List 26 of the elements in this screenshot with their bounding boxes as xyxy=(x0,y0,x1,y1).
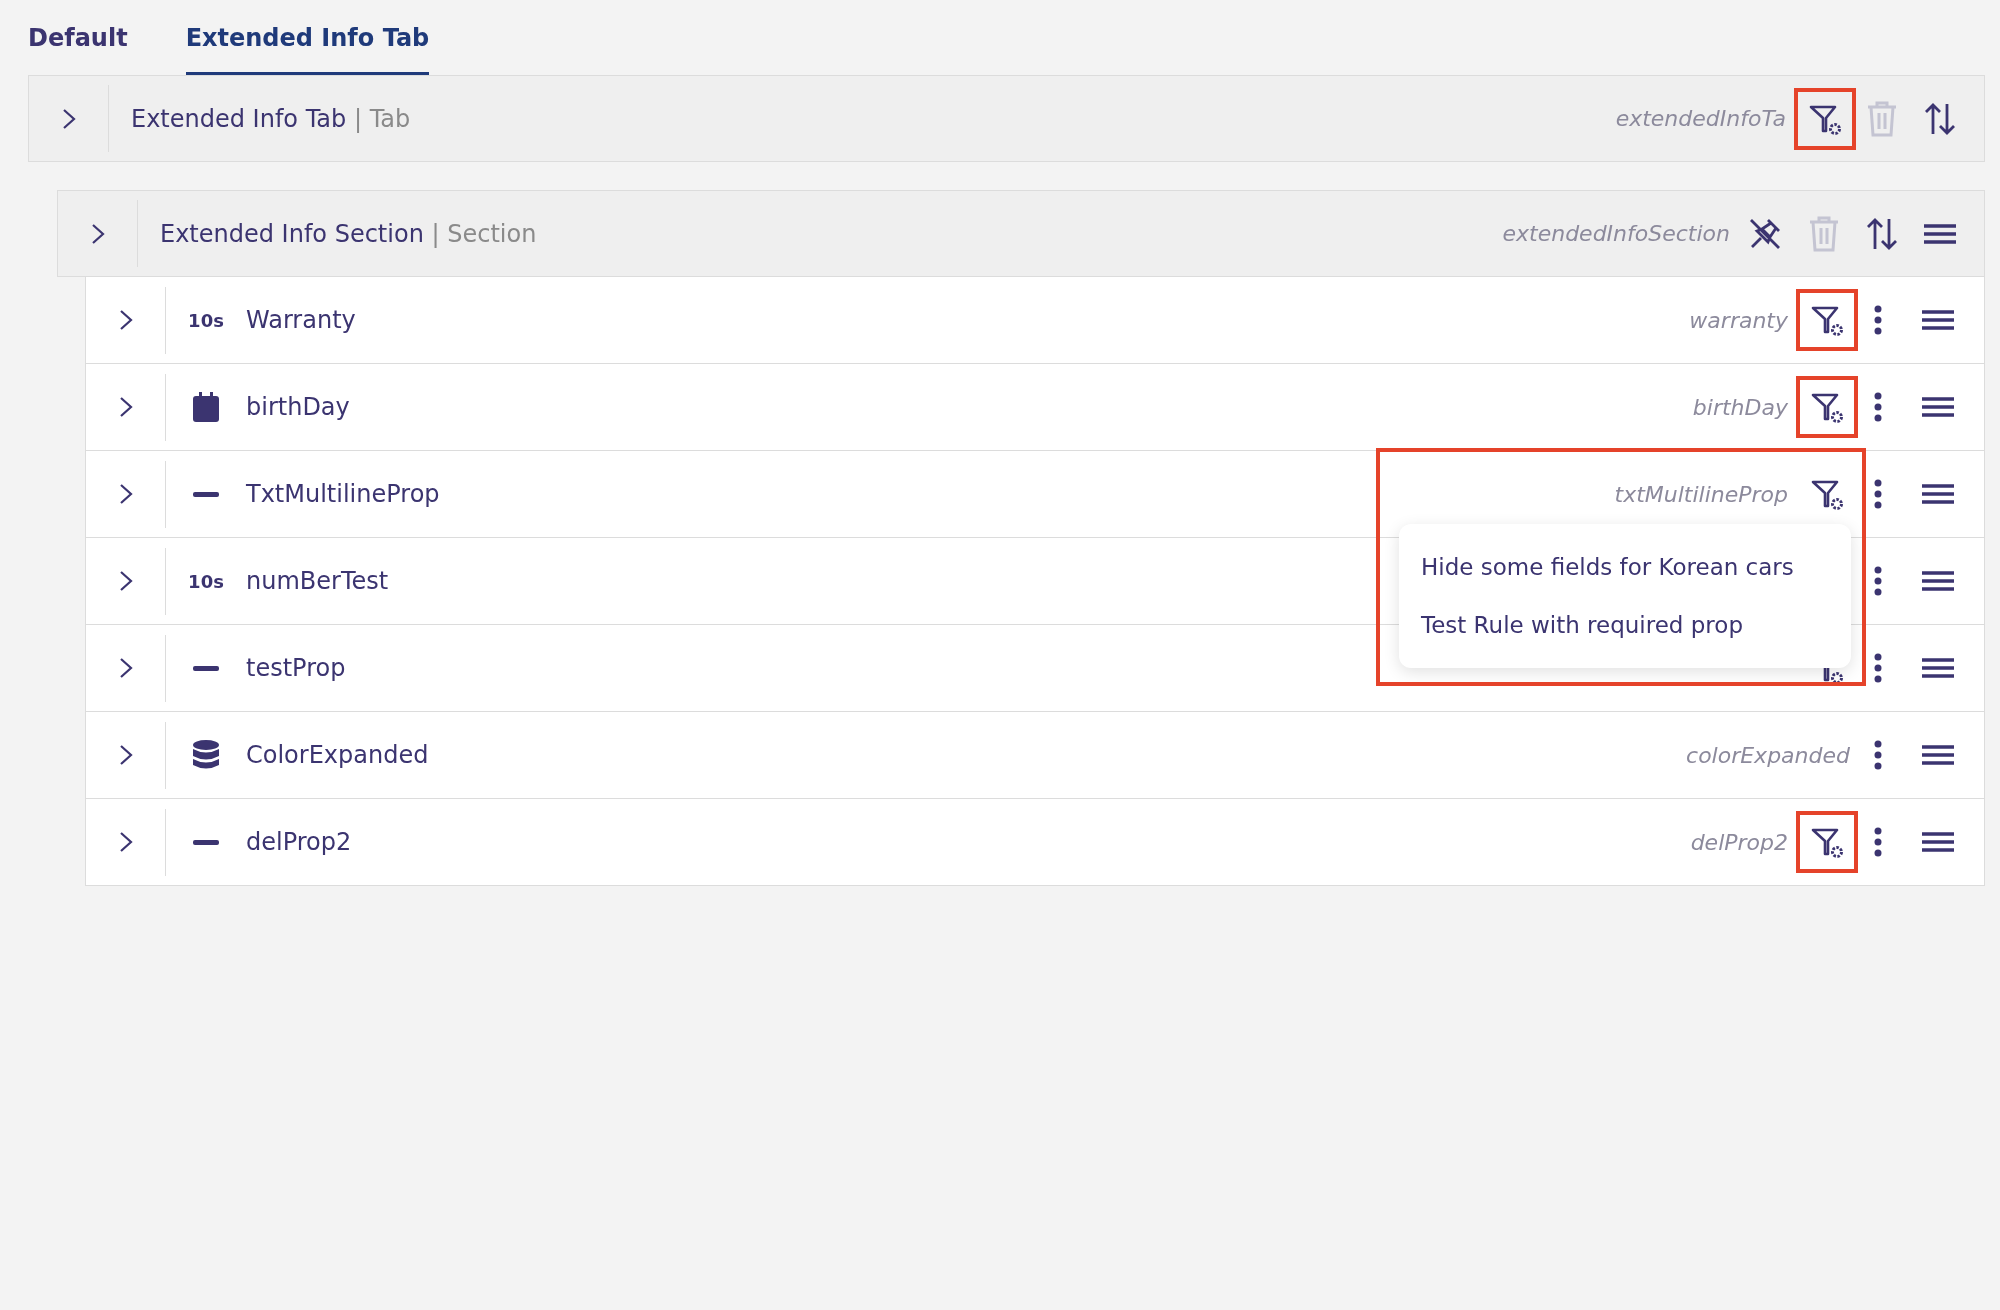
api-name: colorExpanded xyxy=(1686,742,1850,768)
database-icon xyxy=(193,740,219,770)
type-label: 10s xyxy=(188,309,224,331)
property-name: ColorExpanded xyxy=(246,741,429,769)
minus-icon xyxy=(193,665,219,671)
minus-icon xyxy=(193,491,219,497)
menu-item[interactable]: Hide some fields for Korean cars xyxy=(1399,538,1851,596)
type-label: 10s xyxy=(188,570,224,592)
api-name: birthDay xyxy=(1692,394,1788,420)
api-name: txtMultilineProp xyxy=(1614,481,1788,507)
property-name: numBerTest xyxy=(246,567,389,595)
property-name: testProp xyxy=(246,654,346,682)
tab[interactable]: Default xyxy=(28,24,128,75)
minus-icon xyxy=(193,839,219,845)
api-name: extendedInfoTa xyxy=(1615,106,1786,131)
menu-item[interactable]: Test Rule with required prop xyxy=(1399,596,1851,654)
property-name: birthDay xyxy=(246,393,350,421)
section-title: Extended Info Section | Section xyxy=(160,219,537,248)
property-name: Warranty xyxy=(246,306,356,334)
tab-title: Extended Info Tab | Tab xyxy=(131,104,411,133)
calendar-icon xyxy=(193,392,219,422)
api-name: delProp2 xyxy=(1690,829,1788,855)
property-name: TxtMultilineProp xyxy=(246,480,440,508)
property-name: delProp2 xyxy=(246,828,352,856)
api-name: warranty xyxy=(1689,307,1788,333)
api-name: extendedInfoSection xyxy=(1502,221,1730,246)
